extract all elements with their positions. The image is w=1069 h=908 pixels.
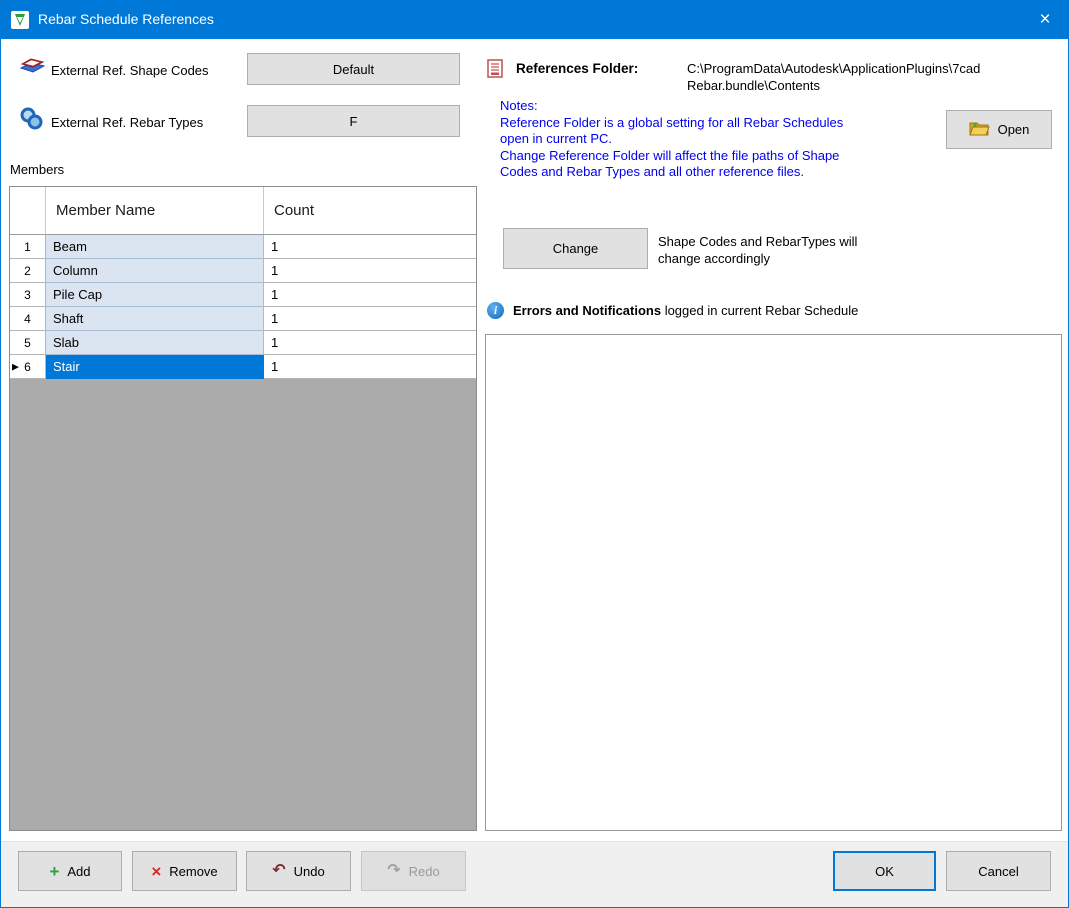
table-row[interactable]: 2 Column 1	[10, 259, 476, 283]
count-cell[interactable]: 1	[264, 331, 476, 355]
table-row-selected[interactable]: ▶ 6 Stair 1	[10, 355, 476, 379]
references-folder-path: C:\ProgramData\Autodesk\ApplicationPlugi…	[687, 61, 981, 93]
open-button[interactable]: Open	[946, 110, 1052, 149]
close-button[interactable]: ×	[1022, 1, 1068, 39]
table-row[interactable]: 3 Pile Cap 1	[10, 283, 476, 307]
current-row-marker-icon: ▶	[12, 361, 19, 371]
change-button[interactable]: Change	[503, 228, 648, 269]
shape-codes-icon	[19, 55, 46, 82]
dialog-rebar-schedule-references: Rebar Schedule References × External Ref…	[0, 0, 1069, 908]
grid-header-row: Member Name Count	[10, 187, 476, 235]
references-folder-label: References Folder:	[516, 61, 639, 76]
redo-button[interactable]: ↷ Redo	[361, 851, 466, 891]
info-icon: i	[487, 302, 504, 319]
open-folder-icon	[968, 120, 990, 140]
member-name-cell[interactable]: Beam	[46, 235, 264, 259]
rebar-types-icon	[19, 107, 45, 136]
member-name-cell[interactable]: Stair	[46, 355, 264, 379]
member-name-cell[interactable]: Slab	[46, 331, 264, 355]
errors-label-bold: Errors and Notifications	[513, 303, 662, 318]
add-button-label: Add	[67, 863, 91, 879]
row-number: 4	[24, 311, 31, 326]
change-note-text: Shape Codes and RebarTypes will change a…	[658, 234, 858, 266]
undo-arrow-icon: ↶	[272, 862, 286, 879]
row-number: 1	[24, 239, 31, 254]
references-folder-icon	[487, 59, 504, 84]
row-selector[interactable]: ▶ 6	[10, 355, 46, 379]
column-header-count[interactable]: Count	[264, 187, 476, 234]
remove-x-icon: ×	[151, 861, 162, 881]
members-grid: Member Name Count 1 Beam 1 2 Column 1 3 …	[9, 186, 477, 831]
member-name-cell[interactable]: Shaft	[46, 307, 264, 331]
row-selector[interactable]: 4	[10, 307, 46, 331]
add-button[interactable]: + Add	[18, 851, 122, 891]
count-cell[interactable]: 1	[264, 355, 476, 379]
row-selector[interactable]: 1	[10, 235, 46, 259]
ok-button[interactable]: OK	[833, 851, 936, 891]
plus-icon: +	[49, 861, 60, 881]
errors-label-rest: logged in current Rebar Schedule	[661, 303, 859, 318]
errors-notifications-label: Errors and Notifications logged in curre…	[513, 303, 858, 318]
count-cell[interactable]: 1	[264, 307, 476, 331]
window-title: Rebar Schedule References	[38, 11, 214, 27]
row-selector[interactable]: 2	[10, 259, 46, 283]
cancel-button[interactable]: Cancel	[946, 851, 1051, 891]
note-line-2: Change Reference Folder will affect the …	[500, 147, 840, 180]
redo-button-label: Redo	[408, 863, 440, 879]
table-row[interactable]: 1 Beam 1	[10, 235, 476, 259]
members-label: Members	[10, 162, 65, 177]
remove-button-label: Remove	[169, 863, 218, 879]
count-cell[interactable]: 1	[264, 259, 476, 283]
row-selector-header	[10, 187, 46, 234]
member-name-cell[interactable]: Column	[46, 259, 264, 283]
row-number: 5	[24, 335, 31, 350]
undo-button-label: Undo	[293, 863, 325, 879]
shape-codes-button[interactable]: Default	[247, 53, 460, 85]
row-number: 6	[24, 359, 31, 374]
notes-text: Notes: Reference Folder is a global sett…	[500, 98, 858, 181]
undo-button[interactable]: ↶ Undo	[246, 851, 351, 891]
redo-arrow-icon: ↷	[387, 862, 401, 879]
notes-title: Notes:	[500, 98, 538, 113]
app-icon	[11, 11, 29, 29]
remove-button[interactable]: × Remove	[132, 851, 237, 891]
row-selector[interactable]: 3	[10, 283, 46, 307]
note-line-1: Reference Folder is a global setting for…	[500, 114, 844, 147]
shape-codes-label: External Ref. Shape Codes	[51, 63, 209, 78]
open-button-label: Open	[997, 122, 1030, 137]
errors-log-panel	[485, 334, 1062, 831]
count-cell[interactable]: 1	[264, 235, 476, 259]
row-number: 2	[24, 263, 31, 278]
member-name-cell[interactable]: Pile Cap	[46, 283, 264, 307]
table-row[interactable]: 5 Slab 1	[10, 331, 476, 355]
rebar-types-button[interactable]: F	[247, 105, 460, 137]
row-selector[interactable]: 5	[10, 331, 46, 355]
count-cell[interactable]: 1	[264, 283, 476, 307]
rebar-types-label: External Ref. Rebar Types	[51, 115, 204, 130]
title-bar: Rebar Schedule References ×	[1, 1, 1068, 39]
column-header-member-name[interactable]: Member Name	[46, 187, 264, 234]
table-row[interactable]: 4 Shaft 1	[10, 307, 476, 331]
row-number: 3	[24, 287, 31, 302]
